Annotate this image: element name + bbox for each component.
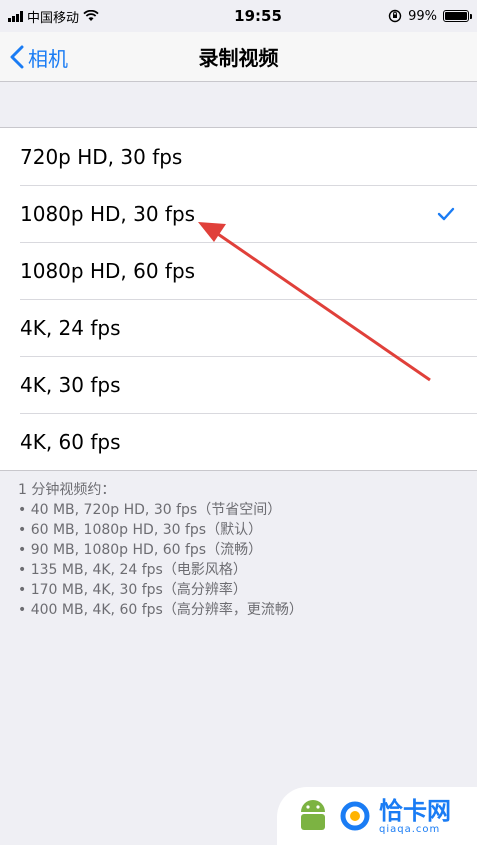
watermark: 恰卡网 qiaqa.com — [277, 787, 477, 845]
watermark-url: qiaqa.com — [379, 823, 441, 835]
arrow-head — [198, 222, 226, 242]
android-icon — [301, 800, 325, 830]
annotation-arrow — [198, 222, 431, 382]
watermark-text: 恰卡网 qiaqa.com — [379, 798, 451, 835]
arrow-shaft — [214, 230, 431, 382]
logo-ring-icon — [340, 801, 370, 831]
watermark-title: 恰卡网 — [379, 796, 451, 825]
